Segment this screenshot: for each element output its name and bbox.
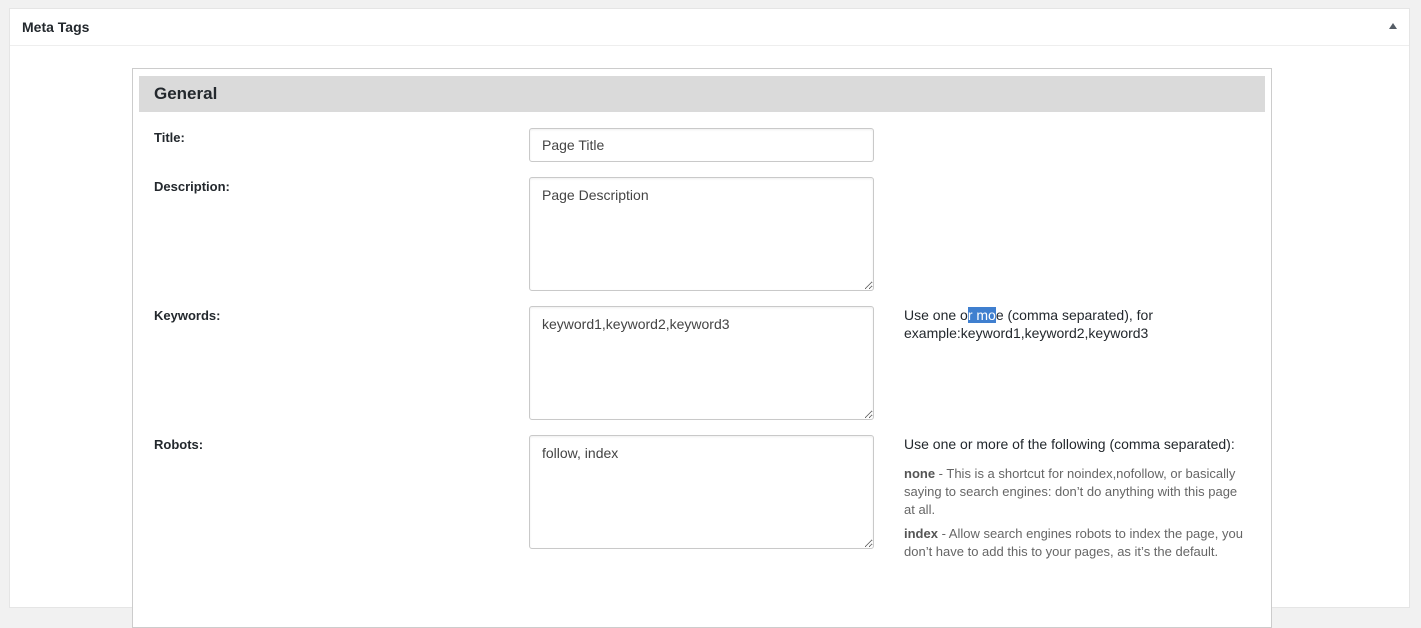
keywords-label: Keywords: <box>154 308 221 323</box>
robots-label: Robots: <box>154 437 204 452</box>
section-header: General <box>139 76 1265 112</box>
title-label: Title: <box>154 130 185 145</box>
keywords-help-pre: Use one o <box>904 307 968 323</box>
metabox-title: Meta Tags <box>22 19 90 35</box>
robots-option-index: index - Allow search engines robots to i… <box>904 525 1249 561</box>
robots-option-desc: - This is a shortcut for noindex,nofollo… <box>904 466 1238 517</box>
robots-textarea[interactable]: follow, index <box>529 435 874 549</box>
metabox-header[interactable]: Meta Tags <box>10 9 1409 46</box>
robots-option-term: none <box>904 466 936 481</box>
keywords-help: Use one or moe (comma separated), for ex… <box>904 306 1249 342</box>
triangle-up-icon[interactable] <box>1389 23 1397 29</box>
general-panel: General Title: Description: Page Descrip… <box>132 68 1272 628</box>
description-textarea[interactable]: Page Description <box>529 177 874 291</box>
robots-help-intro: Use one or more of the following (comma … <box>904 436 1235 452</box>
robots-option-desc: - Allow search engines robots to index t… <box>904 526 1243 559</box>
robots-option-term: index <box>904 526 938 541</box>
keywords-textarea[interactable]: keyword1,keyword2,keyword3 <box>529 306 874 420</box>
title-input[interactable] <box>529 128 874 162</box>
keywords-help-selected: r mo <box>967 307 996 323</box>
meta-tags-metabox: Meta Tags General Title: Description: Pa… <box>9 8 1410 628</box>
description-label: Description: <box>154 179 230 194</box>
robots-option-none: none - This is a shortcut for noindex,no… <box>904 465 1249 519</box>
section-title: General <box>154 84 218 103</box>
